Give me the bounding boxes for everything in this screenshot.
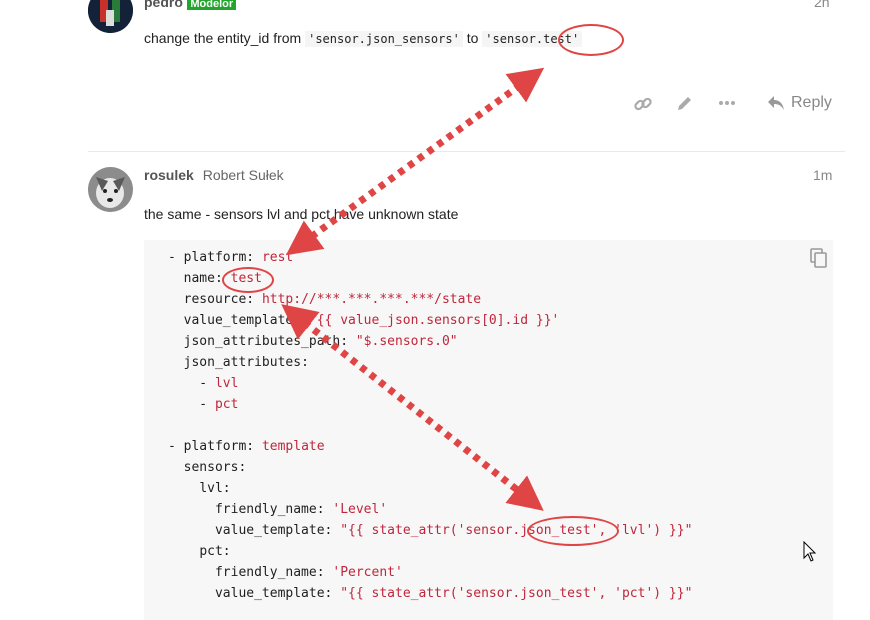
mouse-cursor-icon bbox=[803, 541, 817, 562]
annotation-arrows bbox=[281, 67, 545, 511]
annotation-arrow bbox=[281, 304, 544, 511]
annotation-arrow bbox=[285, 67, 545, 256]
